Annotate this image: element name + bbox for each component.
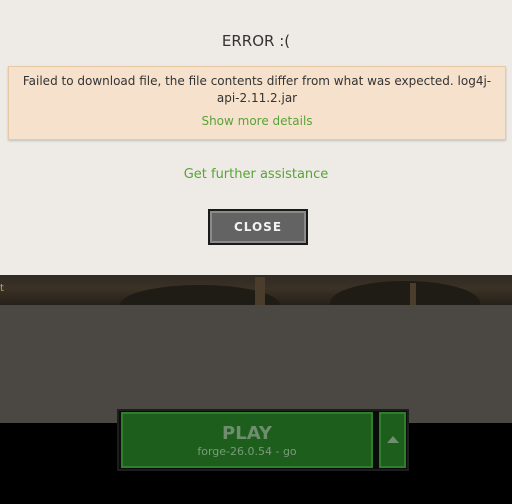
dim-overlay bbox=[0, 305, 512, 423]
error-dialog: ERROR :( Failed to download file, the fi… bbox=[0, 0, 512, 275]
scene-edge-glyph: t bbox=[0, 283, 4, 294]
play-button[interactable]: PLAY forge-26.0.54 - go bbox=[121, 412, 373, 468]
scene-tower bbox=[410, 283, 416, 305]
scene-tower bbox=[255, 277, 265, 305]
play-version-label: forge-26.0.54 - go bbox=[197, 445, 297, 458]
close-button[interactable]: CLOSE bbox=[208, 209, 308, 245]
error-message-box: Failed to download file, the file conten… bbox=[8, 66, 506, 140]
dialog-title: ERROR :( bbox=[221, 32, 291, 50]
play-label: PLAY bbox=[222, 423, 272, 444]
error-message: Failed to download file, the file conten… bbox=[22, 74, 492, 105]
chevron-up-icon bbox=[387, 436, 399, 443]
scene-hill bbox=[330, 281, 480, 305]
close-button-label: CLOSE bbox=[233, 220, 283, 234]
profile-menu-button[interactable] bbox=[379, 412, 406, 468]
show-more-details-link[interactable]: Show more details bbox=[9, 114, 505, 128]
get-further-assistance-link[interactable]: Get further assistance bbox=[0, 167, 512, 183]
background-scene: t bbox=[0, 275, 512, 305]
